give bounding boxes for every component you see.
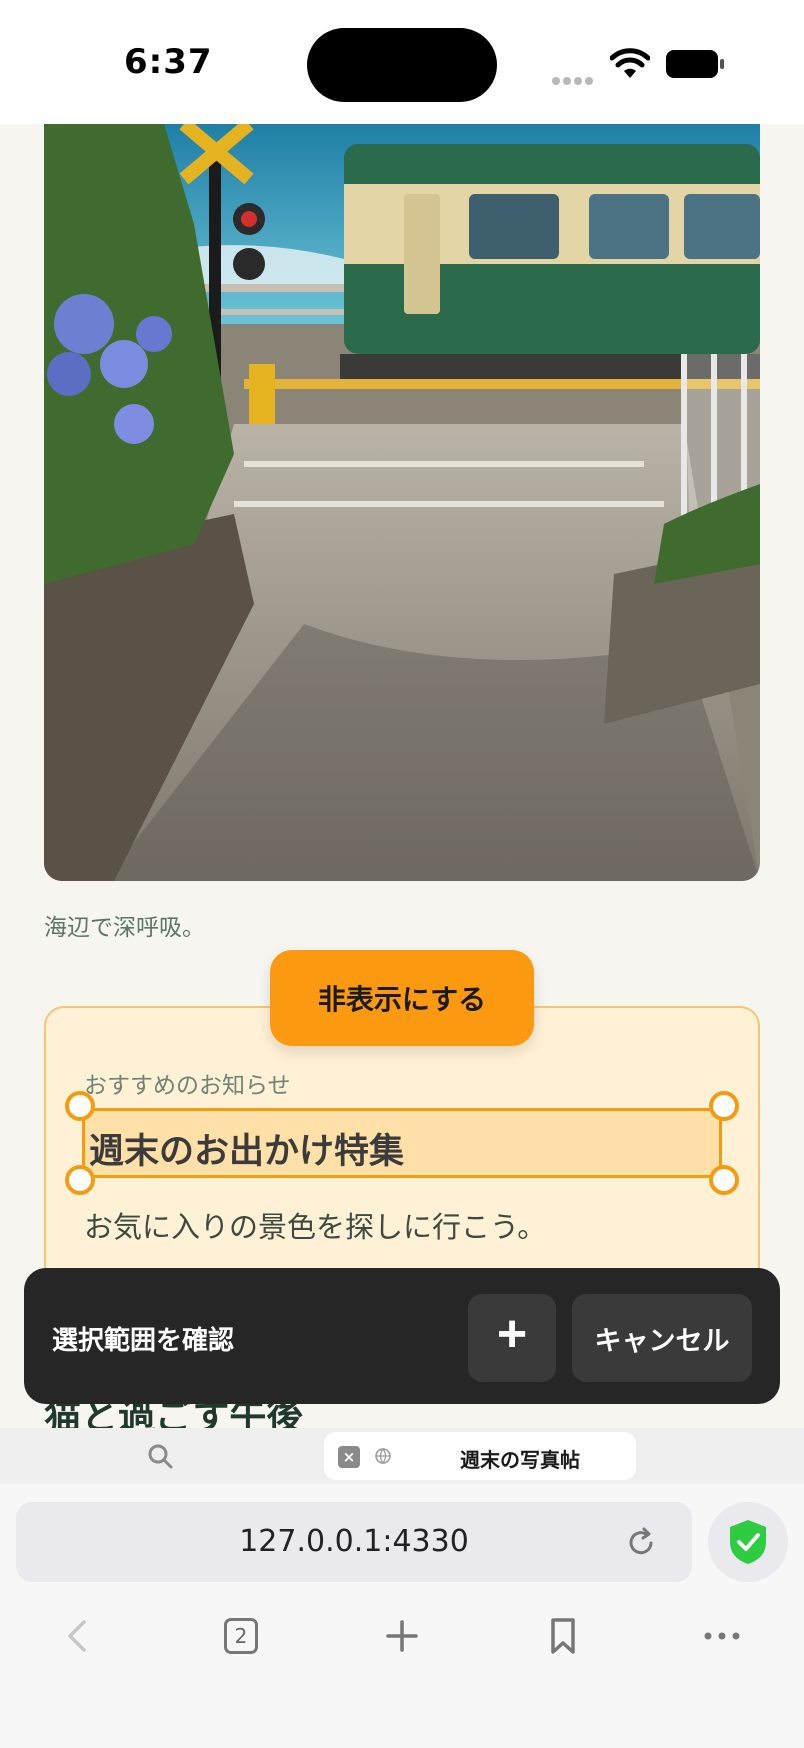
back-icon[interactable] [56,1614,100,1658]
confirm-selection-text: 選択範囲を確認 [52,1326,235,1356]
active-tab[interactable]: × 週末の写真帖 [324,1432,636,1480]
photo-caption: 海辺で深呼吸。 [44,915,205,941]
close-tab-icon[interactable]: × [338,1446,360,1468]
new-tab-icon[interactable] [380,1614,424,1658]
selection-confirm-bar: 選択範囲を確認 + キャンセル [24,1268,780,1404]
railway-crossing-photo [44,124,760,881]
card-body: お気に入りの景色を探しに行こう。 [84,1210,547,1244]
selection-handle-top-left[interactable] [65,1091,95,1121]
status-time: 6:37 [124,42,213,82]
signal-dots-icon [552,70,596,85]
selection-handle-bottom-right[interactable] [709,1165,739,1195]
card-title: 週末のお出かけ特集 [89,1132,405,1172]
shield-check-icon [730,1520,766,1564]
globe-icon [375,1448,391,1465]
recommendation-card: おすすめのお知らせ 週末のお出かけ特集 お気に入りの景色を探しに行こう。 [44,1006,760,1306]
status-bar: 6:37 [0,0,804,124]
battery-icon [666,50,724,78]
selected-title-region[interactable]: 週末のお出かけ特集 [65,1091,739,1195]
plus-icon: + [496,1305,528,1363]
tab-title: 週末の写真帖 [460,1448,580,1472]
add-selection-button[interactable]: + [468,1294,556,1382]
security-shield-button[interactable] [708,1502,788,1582]
search-icon[interactable] [146,1442,174,1470]
cancel-button[interactable]: キャンセル [572,1294,752,1382]
address-bar[interactable]: 127.0.0.1:4330 [16,1502,692,1582]
tab-strip: × 週末の写真帖 [0,1428,804,1484]
hide-button[interactable]: 非表示にする [270,950,534,1046]
more-icon[interactable] [700,1614,744,1658]
browser-toolbar: 127.0.0.1:4330 2 [0,1484,804,1748]
selection-handle-top-right[interactable] [709,1091,739,1121]
reload-icon[interactable] [624,1526,658,1560]
wifi-icon [610,48,650,78]
tab-count-button[interactable]: 2 [224,1618,258,1654]
dynamic-island [307,28,497,102]
url-text: 127.0.0.1:4330 [239,1524,469,1559]
bookmark-icon[interactable] [541,1614,585,1658]
selection-handle-bottom-left[interactable] [65,1165,95,1195]
card-kicker: おすすめのお知らせ [84,1073,291,1099]
